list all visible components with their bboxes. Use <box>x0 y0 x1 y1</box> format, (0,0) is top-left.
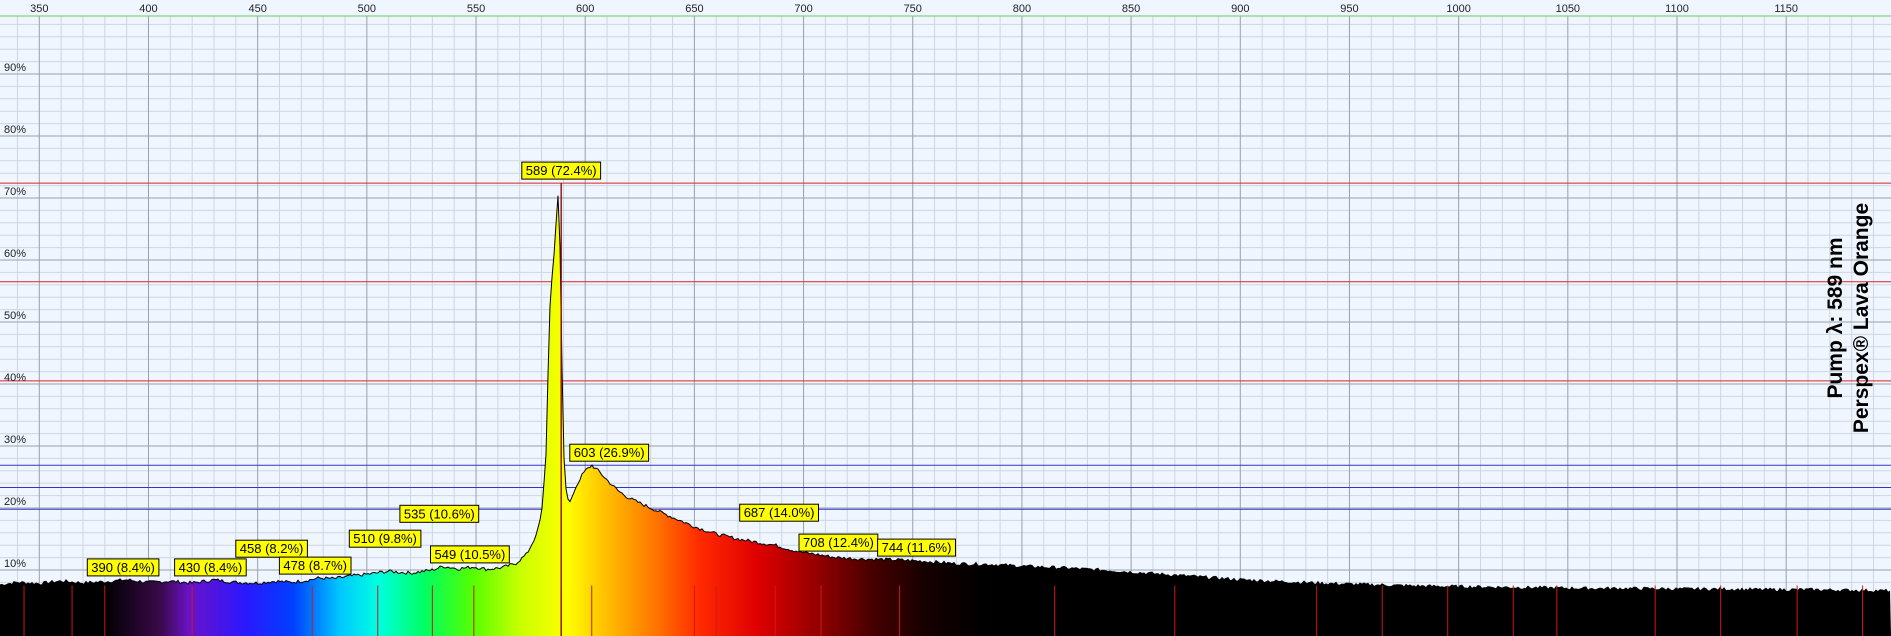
peak-label: 549 (10.5%) <box>430 545 510 564</box>
peak-label-text: 589 (72.4%) <box>526 163 597 178</box>
y-tick-label: 50% <box>4 310 26 322</box>
peak-label: 510 (9.8%) <box>348 529 422 548</box>
peak-label-text: 510 (9.8%) <box>353 531 417 546</box>
peak-label: 589 (72.4%) <box>521 161 602 180</box>
peak-label: 478 (8.7%) <box>278 556 352 575</box>
x-tick-label: 1100 <box>1665 3 1689 15</box>
y-tick-label: 30% <box>4 434 26 446</box>
top-axis-bar <box>0 0 1891 16</box>
y-tick-label: 40% <box>4 372 26 384</box>
peak-label-text: 478 (8.7%) <box>283 558 347 573</box>
peak-label-text: 603 (26.9%) <box>574 445 645 460</box>
peak-label: 744 (11.6%) <box>877 538 956 557</box>
peak-label-text: 430 (8.4%) <box>179 560 243 575</box>
x-tick-label: 900 <box>1231 3 1249 15</box>
x-tick-label: 350 <box>30 3 48 15</box>
y-tick-label: 20% <box>4 496 26 508</box>
x-tick-label: 400 <box>139 3 157 15</box>
peak-label-text: 535 (10.6%) <box>404 506 475 521</box>
x-tick-label: 500 <box>358 3 376 15</box>
y-tick-label: 80% <box>4 124 26 136</box>
y-tick-label: 70% <box>4 186 26 198</box>
peak-label-text: 708 (12.4%) <box>803 535 874 550</box>
x-tick-label: 1150 <box>1774 3 1798 15</box>
peak-label-text: 549 (10.5%) <box>435 547 506 562</box>
x-tick-label: 750 <box>904 3 922 15</box>
peak-label: 458 (8.2%) <box>235 539 308 558</box>
x-tick-label: 650 <box>685 3 703 15</box>
peak-label: 687 (14.0%) <box>739 503 820 522</box>
x-tick-label: 450 <box>248 3 266 15</box>
x-tick-label: 800 <box>1013 3 1031 15</box>
x-tick-label: 550 <box>467 3 485 15</box>
peak-label: 708 (12.4%) <box>798 533 879 552</box>
peak-label-text: 687 (14.0%) <box>744 505 815 520</box>
x-tick-label: 1050 <box>1556 3 1580 15</box>
peak-label-text: 390 (8.4%) <box>91 560 155 575</box>
peak-label-text: 744 (11.6%) <box>882 540 952 555</box>
x-tick-label: 850 <box>1122 3 1140 15</box>
x-tick-label: 700 <box>794 3 812 15</box>
x-tick-label: 600 <box>576 3 594 15</box>
peak-label: 535 (10.6%) <box>399 504 480 523</box>
peak-label: 390 (8.4%) <box>86 558 160 577</box>
y-tick-label: 60% <box>4 248 26 260</box>
x-tick-label: 1000 <box>1446 3 1470 15</box>
x-tick-label: 950 <box>1340 3 1358 15</box>
y-tick-label: 10% <box>4 558 26 570</box>
peak-label: 603 (26.9%) <box>569 443 650 462</box>
peak-label: 430 (8.4%) <box>174 558 247 577</box>
y-tick-label: 90% <box>4 62 26 74</box>
spectrum-chart: 350 400 450 500 550 600 650 700 750 800 850 900 950 1… <box>0 0 1891 636</box>
peak-label-text: 458 (8.2%) <box>240 541 304 556</box>
side-text-line-1: Pump λ: 589 nm <box>1824 237 1847 398</box>
side-text-line-2: Perspex® Lava Orange <box>1850 203 1873 433</box>
